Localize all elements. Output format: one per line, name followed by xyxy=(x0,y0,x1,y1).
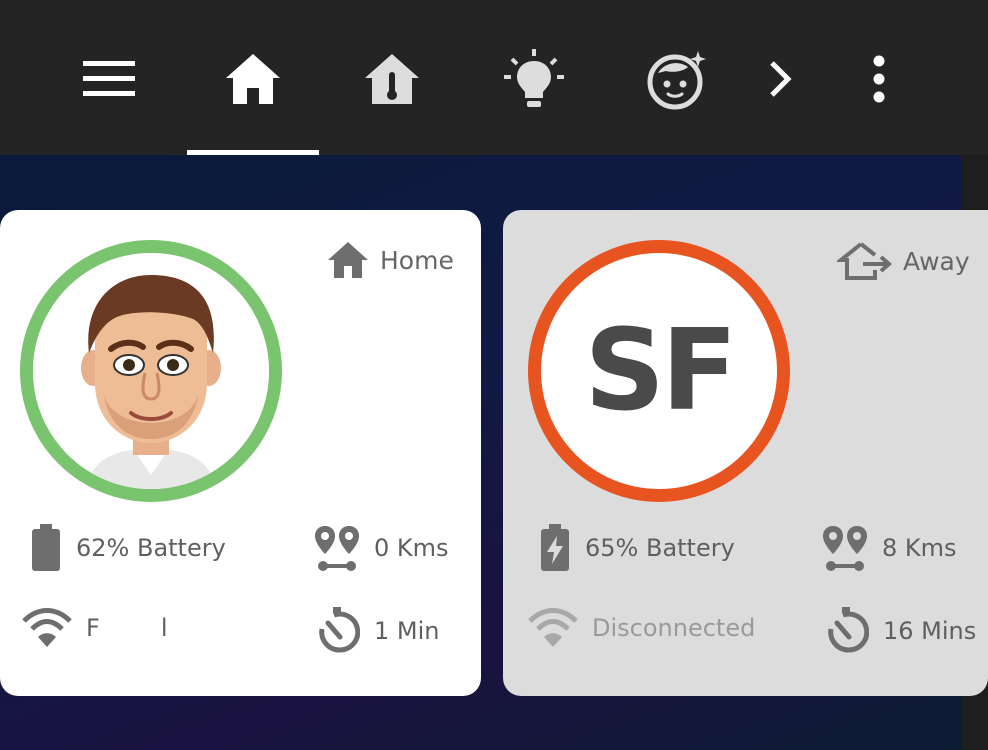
more-vertical-icon[interactable] xyxy=(846,46,912,112)
presence-state: Away xyxy=(837,240,970,282)
duration-label: 16 Mins xyxy=(883,617,977,645)
wifi-icon xyxy=(528,607,578,649)
presence-state: Home xyxy=(326,240,454,280)
face-sparkle-icon[interactable] xyxy=(643,46,709,112)
home-thermometer-icon[interactable] xyxy=(359,46,425,112)
wifi-stat: F l xyxy=(22,607,168,649)
person-card-home[interactable]: Home 62% Battery 0 Kms F l 1 Min xyxy=(0,210,481,696)
presence-label: Away xyxy=(903,246,970,276)
battery-stat: 62% Battery xyxy=(30,524,226,572)
wifi-label: Disconnected xyxy=(592,614,756,642)
active-tab-indicator xyxy=(187,150,319,155)
person-card-away[interactable]: SF Away 65% Battery 8 Kms Disconnected 1… xyxy=(503,210,988,696)
distance-label: 8 Kms xyxy=(882,534,957,562)
battery-label: 62% Battery xyxy=(76,534,226,562)
timer-icon xyxy=(314,607,360,655)
duration-stat: 1 Min xyxy=(314,607,439,655)
bitmoji-avatar-image xyxy=(33,253,269,489)
avatar[interactable] xyxy=(20,240,282,502)
avatar-initials: SF xyxy=(584,306,737,436)
lightbulb-icon[interactable] xyxy=(501,46,567,112)
home-icon[interactable] xyxy=(220,46,286,112)
distance-label: 0 Kms xyxy=(374,534,449,562)
battery-icon xyxy=(30,524,62,572)
home-icon xyxy=(328,242,368,278)
duration-label: 1 Min xyxy=(374,617,440,645)
top-toolbar xyxy=(0,0,988,155)
wifi-stat: Disconnected xyxy=(528,607,755,649)
chevron-right-icon[interactable] xyxy=(748,46,814,112)
route-icon xyxy=(822,524,868,572)
battery-stat: 65% Battery xyxy=(539,524,735,572)
wifi-label: F l xyxy=(86,614,168,642)
duration-stat: 16 Mins xyxy=(823,607,976,655)
route-icon xyxy=(314,524,360,572)
avatar[interactable]: SF xyxy=(528,240,790,502)
home-export-icon xyxy=(837,242,893,280)
battery-charging-icon xyxy=(539,524,571,572)
timer-icon xyxy=(823,607,869,655)
battery-label: 65% Battery xyxy=(585,534,735,562)
menu-icon[interactable] xyxy=(77,46,143,112)
wifi-icon xyxy=(22,607,72,649)
distance-stat: 8 Kms xyxy=(822,524,957,572)
distance-stat: 0 Kms xyxy=(314,524,449,572)
presence-label: Home xyxy=(380,245,454,275)
